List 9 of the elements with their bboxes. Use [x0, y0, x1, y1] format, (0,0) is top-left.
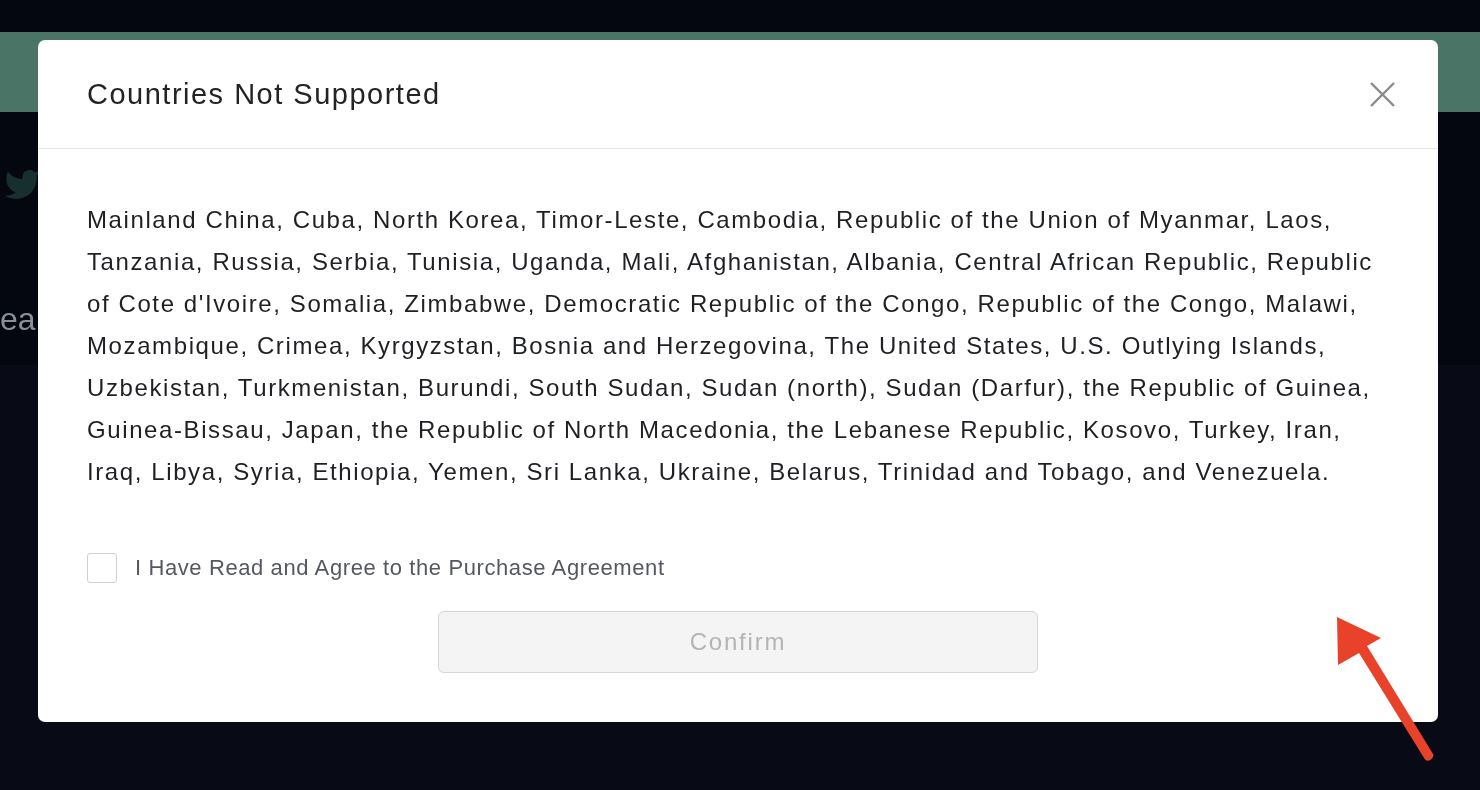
close-button[interactable] [1370, 81, 1395, 107]
arrow-icon [1337, 617, 1436, 762]
background-text: ea [0, 300, 36, 339]
bird-icon[interactable] [3, 170, 40, 199]
dialog-message: Mainland China, Cuba, North Korea, Timor-Leste, Cambodia, Republic of the Union of Myanmar, Laos, Tanzania, Russia, Serbia, Tunisia, Uganda, Mali, Afghanistan, Albania, Central African Republic, Republic of Cote d'Ivoire, Somalia, Zimbabwe, Democratic Republic of the Congo, Republic of the Congo, Malawi, Mozambique, Crimea, Kyrgyzstan, Bosnia and Herzegovina, The United States, U.S. Outlying Islands, Uzbekistan, Turkmenistan, Burundi, South Sudan, Sudan (north), Sudan (Darfur), the Republic of Guinea, Guinea-Bissau, Japan, the Republic of North Macedonia, the Lebanese Republic, Kosovo, Turkey, Iran, Iraq, Libya, Syria, Ethiopia, Yemen, Sri Lanka, Ukraine, Belarus, Trinidad and Tobago, and Venezuela. [87, 205, 1374, 487]
agreement-label: I Have Read and Agree to the Purchase Agreement [135, 554, 665, 582]
checkbox[interactable] [87, 553, 117, 583]
dialog-title: Countries Not Supported [87, 77, 441, 111]
close-icon [1370, 81, 1395, 107]
